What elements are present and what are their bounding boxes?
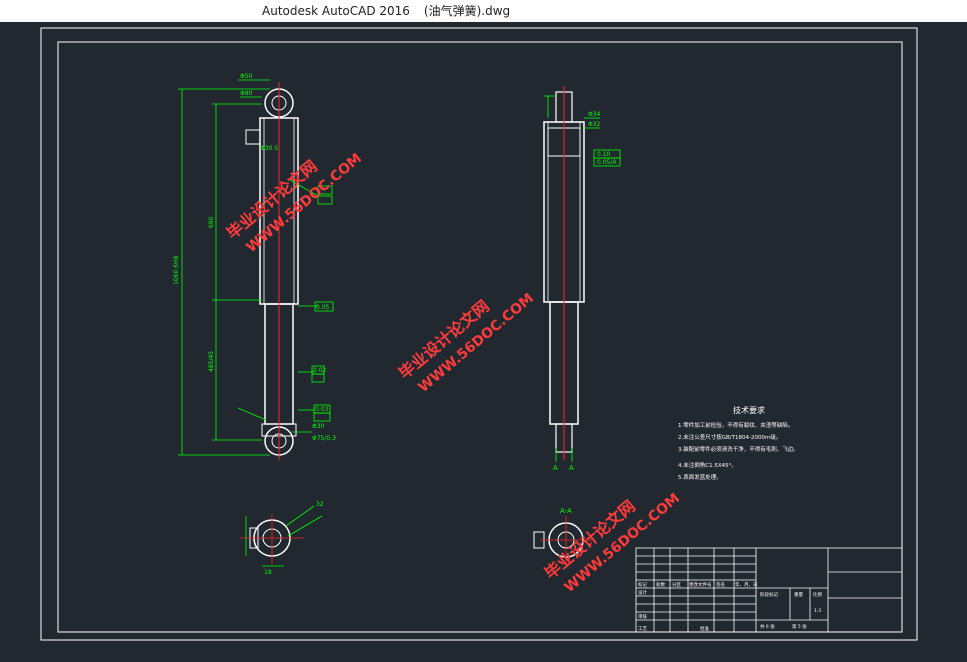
side-view: A A [543, 86, 585, 472]
tb-scale-label: 比例 [813, 591, 822, 598]
tech-req-item-1: 1.零件加工前检验，不得有裂纹、夹渣等缺陷。 [678, 421, 793, 429]
tb-design: 设计 [638, 589, 647, 596]
drawing-canvas[interactable]: 1060.6H8 690 485/45 Φ50 Φ80 0.05 0.02 0.… [0, 22, 967, 658]
eye-detail-view: 18 32 [240, 501, 324, 576]
tech-requirements: 技术要求 1.零件加工前检验，不得有裂纹、夹渣等缺陷。 2.未注公差尺寸按GB/… [678, 405, 799, 481]
tech-req-item-4: 4.未注倒角C1.5X45°。 [678, 461, 737, 469]
tb-col-doc: 更改文件号 [689, 581, 712, 588]
window-title: Autodesk AutoCAD 2016 (油气弹簧).dwg [262, 0, 510, 22]
dim-side: 32 [316, 501, 324, 508]
front-dimensions [178, 79, 334, 456]
tb-stage-mark: 阶段标记 [760, 591, 778, 598]
tb-col-date: 年、月、日 [735, 581, 758, 588]
title-block-text: 标记 处数 分区 更改文件号 签名 年、月、日 设计 审核 工艺 批准 阶段标记… [638, 581, 822, 632]
tb-col-mark: 标记 [638, 581, 647, 588]
dim-tol3: 0.05/A [597, 159, 617, 166]
dim-tol5: 0.03 [315, 406, 329, 413]
tb-col-zone: 分区 [672, 581, 681, 588]
cut-label-right: A [569, 464, 574, 472]
watermark-3: 毕业设计论文网 WWW.56DOC.COM [541, 490, 683, 596]
tb-col-count: 处数 [656, 581, 665, 588]
tech-req-title: 技术要求 [733, 405, 765, 415]
section-label: A-A [560, 507, 572, 515]
dim-lower-length: 485/45 [208, 351, 215, 372]
tech-req-item-5: 5.表面发蓝处理。 [678, 473, 722, 481]
tech-req-item-3: 3.装配前零件必须清洗干净，不得有毛刺、飞边。 [678, 445, 799, 453]
tb-scale: 1:3 [814, 608, 821, 614]
title-block [635, 547, 903, 633]
cut-label-left: A [553, 464, 558, 472]
dim-end-dia: Φ75/0.3 [312, 435, 336, 442]
dim-tol1: 0.05 [316, 304, 330, 311]
tb-sheet-no: 第 5 张 [792, 623, 807, 630]
dim-right2: Φ32 [588, 121, 601, 128]
app-title: Autodesk AutoCAD 2016 [262, 4, 410, 18]
watermark-2: 毕业设计论文网 WWW.56DOC.COM [395, 290, 537, 396]
dim-right: Φ34 [588, 111, 601, 118]
dim-top-dia2: Φ80 [240, 90, 253, 97]
dim-ra: Φ30.5 [260, 145, 278, 152]
dim-top-dia: Φ50 [240, 73, 253, 80]
dim-tol2: 0.10 [597, 151, 611, 158]
tb-approve: 批准 [700, 625, 709, 632]
title-bar: Autodesk AutoCAD 2016 (油气弹簧).dwg [0, 0, 967, 22]
file-name: (油气弹簧).dwg [423, 4, 511, 18]
tb-process: 工艺 [638, 626, 647, 632]
tech-req-item-2: 2.未注公差尺寸按GB/T1804-2000m级。 [678, 433, 781, 441]
tb-col-sign: 签名 [716, 581, 725, 588]
dim-tol4: 0.02 [313, 367, 327, 374]
dim-eye-dia: Φ30 [312, 423, 325, 430]
dim-overall-length: 1060.6H8 [173, 255, 180, 285]
tb-sheets: 共 6 张 [760, 623, 775, 630]
dim-upper-length: 690 [208, 216, 215, 228]
tb-check: 审核 [638, 613, 647, 620]
front-view [245, 82, 299, 460]
drawing-viewport[interactable]: 1060.6H8 690 485/45 Φ50 Φ80 0.05 0.02 0.… [0, 22, 967, 658]
dim-small: 18 [264, 569, 272, 576]
tb-weight: 重量 [794, 591, 803, 598]
front-dim-text: 1060.6H8 690 485/45 Φ50 Φ80 0.05 0.02 0.… [173, 73, 336, 442]
